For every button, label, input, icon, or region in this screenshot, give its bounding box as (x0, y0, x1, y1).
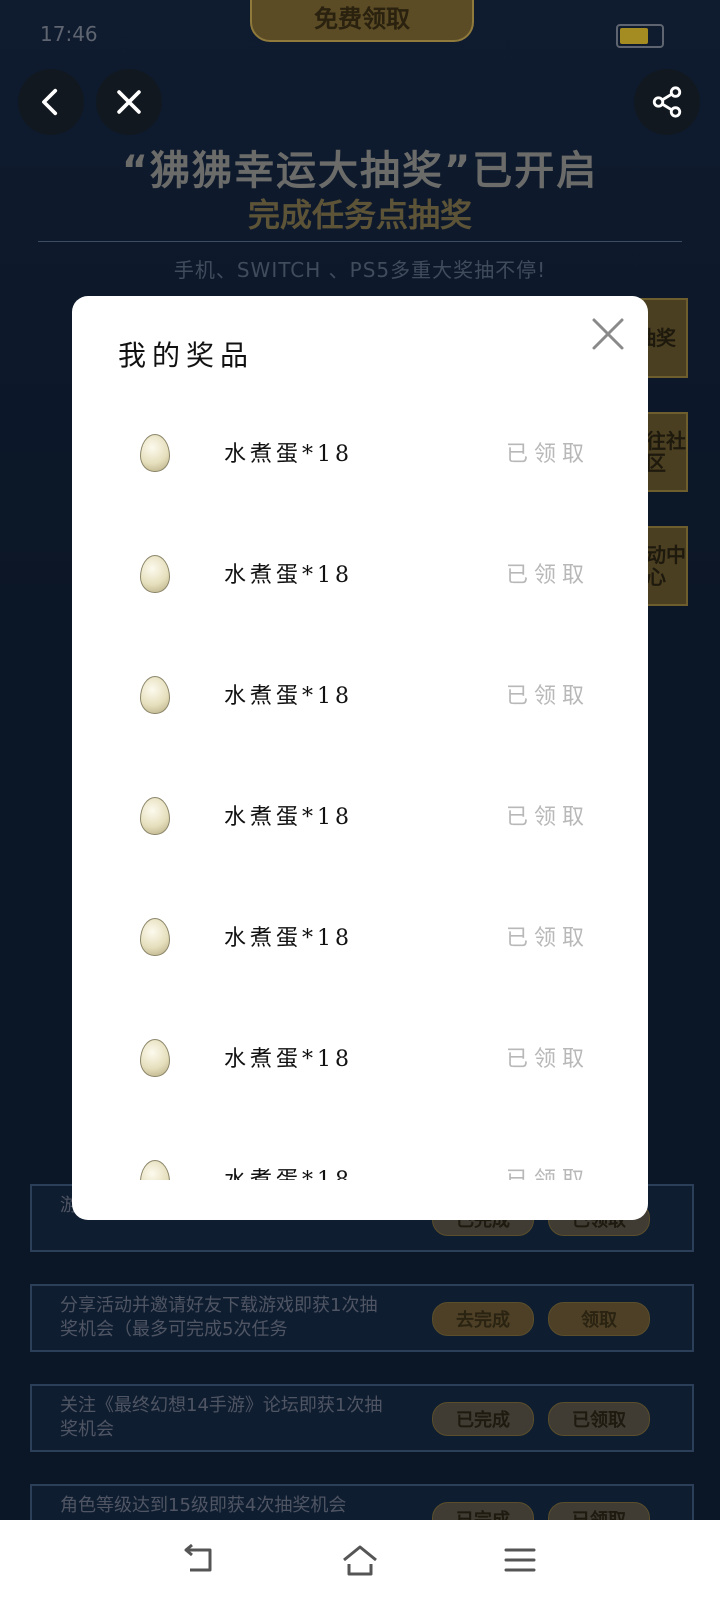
task-text: 分享活动并邀请好友下载游戏即获1次抽奖机会（最多可完成5次任务 (60, 1295, 378, 1340)
divider (38, 241, 682, 242)
prize-name: 水煮蛋*18 (224, 1047, 353, 1072)
system-nav-bar (0, 1520, 720, 1600)
prize-name: 水煮蛋*18 (224, 805, 353, 830)
prize-status: 已领取 (506, 1162, 590, 1180)
back-button[interactable] (18, 69, 84, 135)
close-icon (117, 90, 141, 114)
campaign-subheadline: 完成任务点抽奖 (247, 196, 472, 234)
my-prizes-modal: 我的奖品 水煮蛋*18 已领取 水煮蛋*18 已领取 水煮蛋*18 已领取 水煮… (72, 296, 648, 1220)
list-item: 水煮蛋*18 已领取 (72, 497, 648, 617)
share-button[interactable] (634, 69, 700, 135)
menu-icon (504, 1548, 536, 1572)
battery-icon (616, 24, 664, 48)
status-time: 17:46 (40, 22, 98, 46)
prize-status: 已领取 (506, 563, 591, 588)
prize-name: 水煮蛋*18 (224, 563, 353, 588)
list-item: 水煮蛋*18 已领取 (72, 860, 648, 980)
egg-icon (140, 1039, 170, 1077)
nav-home-button[interactable] (340, 1542, 380, 1578)
close-page-button[interactable] (96, 69, 162, 135)
page: 17:46 免费领取 “狒狒幸运大抽奖”已开启 完成任务点抽奖 手机、SWITC… (0, 0, 720, 1600)
egg-icon (140, 676, 170, 714)
close-icon (592, 318, 624, 350)
egg-icon (140, 918, 170, 956)
task-row: 关注《最终幻想14手游》论坛即获1次抽奖机会 已完成 已领取 (30, 1384, 694, 1452)
list-item: 水煮蛋*18 已领取 (72, 739, 648, 859)
task-claim-button[interactable]: 领取 (548, 1302, 650, 1336)
nav-menu-button[interactable] (500, 1542, 540, 1578)
task-row: 分享活动并邀请好友下载游戏即获1次抽奖机会（最多可完成5次任务 去完成 领取 (30, 1284, 694, 1352)
campaign-headline: “狒狒幸运大抽奖”已开启 (121, 148, 599, 194)
egg-icon (140, 555, 170, 593)
list-item: 水煮蛋*18 已领取 (72, 981, 648, 1101)
prize-name: 水煮蛋*18 (224, 442, 353, 467)
free-claim-button[interactable]: 免费领取 (250, 0, 474, 42)
prize-status: 已领取 (506, 442, 591, 467)
nav-back-button[interactable] (180, 1542, 220, 1578)
prize-list[interactable]: 水煮蛋*18 已领取 水煮蛋*18 已领取 水煮蛋*18 已领取 水煮蛋*18 … (72, 376, 648, 1180)
list-item: 水煮蛋*18 已领取 (72, 1102, 648, 1180)
prize-name: 水煮蛋*18 (224, 684, 353, 709)
egg-icon (140, 1160, 170, 1180)
modal-close-button[interactable] (590, 316, 626, 352)
campaign-slogan: 手机、SWITCH 、PS5多重大奖抽不停! (173, 258, 547, 282)
list-item: 水煮蛋*18 已领取 (72, 618, 648, 738)
back-icon (184, 1543, 212, 1572)
task-claim-button[interactable]: 已领取 (548, 1402, 650, 1436)
prize-status: 已领取 (506, 926, 591, 951)
task-complete-button[interactable]: 去完成 (432, 1302, 534, 1336)
egg-icon (140, 434, 170, 472)
task-text: 角色等级达到15级即获4次抽奖机会 (60, 1495, 347, 1516)
chevron-left-icon (42, 88, 58, 116)
share-icon (652, 86, 682, 118)
prize-name: 水煮蛋*18 (224, 1162, 353, 1180)
task-text: 关注《最终幻想14手游》论坛即获1次抽奖机会 (60, 1395, 383, 1440)
egg-icon (140, 797, 170, 835)
modal-title: 我的奖品 (118, 339, 255, 372)
prize-name: 水煮蛋*18 (224, 926, 353, 951)
task-complete-button[interactable]: 已完成 (432, 1402, 534, 1436)
list-item: 水煮蛋*18 已领取 (72, 376, 648, 496)
prize-status: 已领取 (506, 684, 591, 709)
prize-status: 已领取 (506, 1047, 591, 1072)
home-icon (343, 1545, 377, 1576)
prize-status: 已领取 (506, 805, 591, 830)
